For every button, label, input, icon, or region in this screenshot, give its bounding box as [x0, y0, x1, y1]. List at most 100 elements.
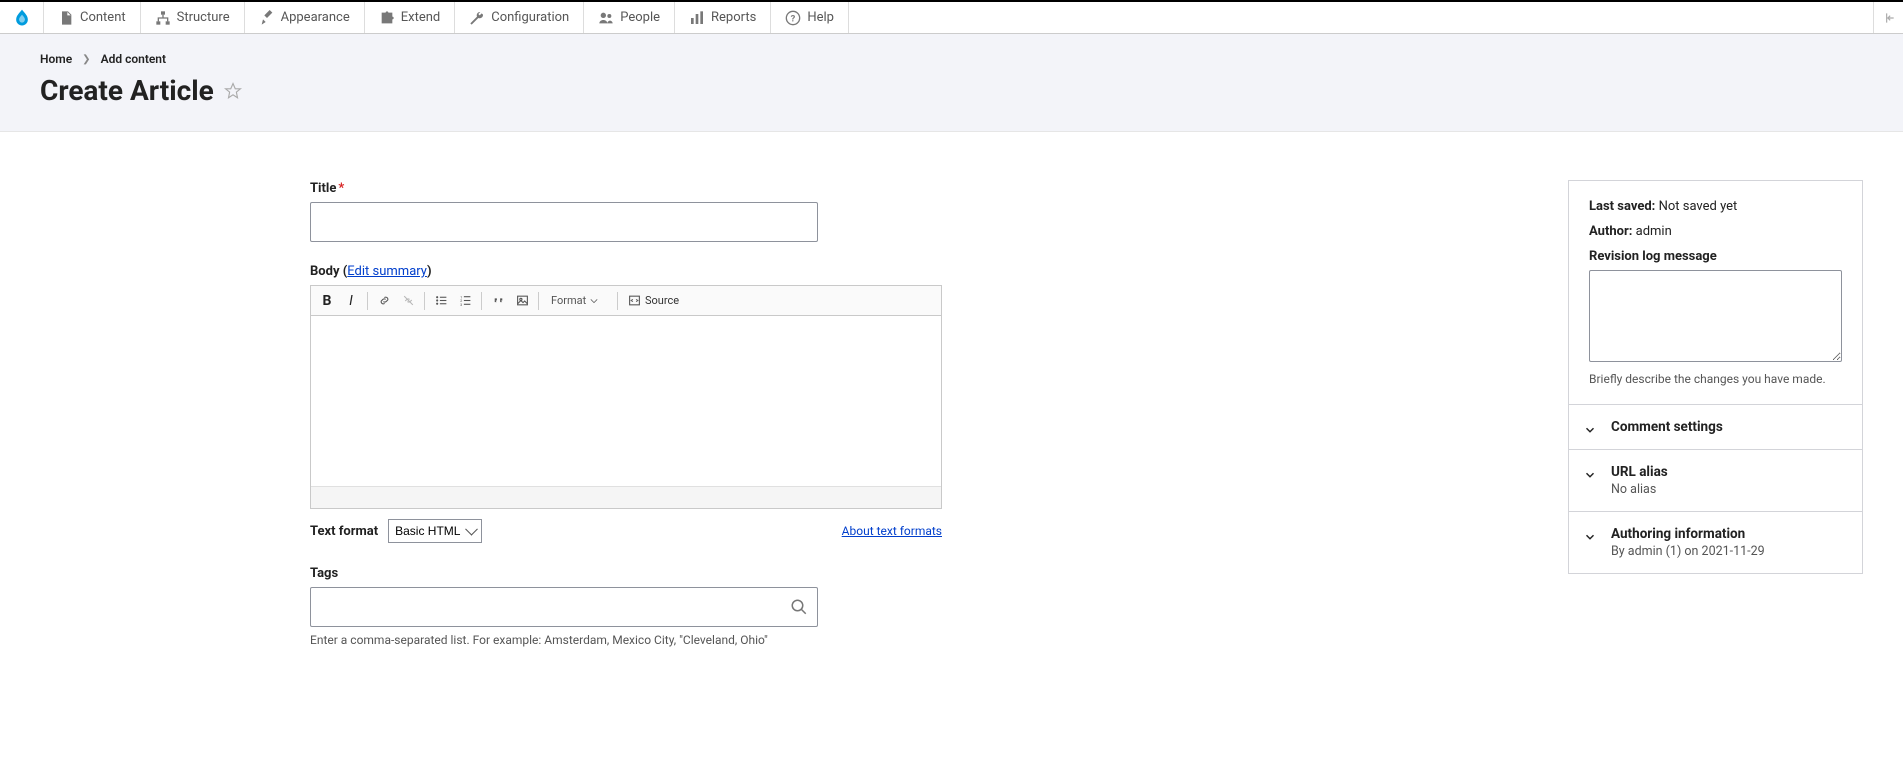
- text-format-select[interactable]: Basic HTML: [388, 519, 482, 543]
- unlink-button[interactable]: [396, 289, 420, 313]
- format-dropdown[interactable]: Format: [543, 294, 613, 307]
- last-saved-label: Last saved:: [1589, 199, 1655, 214]
- accordion-title: URL alias: [1611, 464, 1842, 480]
- rich-text-editor: B I 123 Format: [310, 285, 942, 509]
- caret-down-icon: [590, 297, 598, 305]
- quote-icon: [492, 294, 505, 307]
- separator: [538, 292, 539, 310]
- editor-toolbar: B I 123 Format: [311, 286, 941, 316]
- toolbar-label: Extend: [401, 10, 441, 25]
- source-button[interactable]: Source: [622, 294, 685, 307]
- author-value: admin: [1636, 224, 1672, 239]
- puzzle-icon: [379, 10, 395, 26]
- paintbrush-icon: [259, 10, 275, 26]
- accordion-title: Comment settings: [1611, 419, 1842, 435]
- page-title: Create Article: [40, 74, 1863, 107]
- revision-log-textarea[interactable]: [1589, 270, 1842, 362]
- accordion-comment-settings[interactable]: Comment settings: [1569, 405, 1862, 450]
- svg-text:3: 3: [460, 302, 462, 307]
- toolbar-reports[interactable]: Reports: [675, 2, 771, 33]
- title-field-wrapper: Title*: [310, 180, 1250, 242]
- tags-field-wrapper: Tags Enter a comma-separated list. For e…: [310, 565, 1250, 647]
- svg-text:?: ?: [791, 13, 796, 24]
- revision-help-text: Briefly describe the changes you have ma…: [1589, 372, 1842, 386]
- separator: [481, 292, 482, 310]
- format-dropdown-label: Format: [551, 294, 586, 307]
- breadcrumb-add-content[interactable]: Add content: [101, 52, 166, 66]
- author: Author: admin: [1589, 224, 1842, 239]
- numbered-list-button[interactable]: 123: [453, 289, 477, 313]
- toolbar-label: Reports: [711, 10, 756, 25]
- italic-button[interactable]: I: [339, 289, 363, 313]
- breadcrumb: Home ❯ Add content: [40, 52, 1863, 66]
- toolbar-label: Content: [80, 10, 126, 25]
- breadcrumb-home[interactable]: Home: [40, 52, 72, 66]
- accordion-subtitle: No alias: [1611, 482, 1842, 497]
- bold-button[interactable]: B: [315, 289, 339, 313]
- author-label: Author:: [1589, 224, 1632, 239]
- admin-toolbar: Content Structure Appearance Extend Conf…: [0, 0, 1903, 34]
- collapse-icon: [1882, 11, 1896, 25]
- hierarchy-icon: [155, 10, 171, 26]
- image-icon: [516, 294, 529, 307]
- main-column: Title* Body (Edit summary) B I 123: [310, 180, 1250, 669]
- revision-log-label: Revision log message: [1589, 249, 1842, 264]
- text-format-row: Text format Basic HTML About text format…: [310, 519, 942, 543]
- bullet-list-button[interactable]: [429, 289, 453, 313]
- unlink-icon: [402, 294, 415, 307]
- blockquote-button[interactable]: [486, 289, 510, 313]
- help-icon: ?: [785, 10, 801, 26]
- chevron-down-icon: [1583, 530, 1597, 544]
- editor-footer: [311, 486, 941, 508]
- text-format-label: Text format: [310, 524, 378, 539]
- source-button-label: Source: [645, 294, 679, 307]
- accordion-title: Authoring information: [1611, 526, 1842, 542]
- bullet-list-icon: [435, 294, 448, 307]
- toolbar-collapse-button[interactable]: [1873, 2, 1903, 33]
- toolbar-configuration[interactable]: Configuration: [455, 2, 584, 33]
- editor-body[interactable]: [311, 316, 941, 486]
- separator: [424, 292, 425, 310]
- wrench-icon: [469, 10, 485, 26]
- separator: [367, 292, 368, 310]
- toolbar-structure[interactable]: Structure: [141, 2, 245, 33]
- page-title-text: Create Article: [40, 74, 214, 107]
- edit-summary-link[interactable]: Edit summary: [347, 264, 427, 279]
- search-icon: [790, 598, 808, 616]
- accordion-subtitle: By admin (1) on 2021-11-29: [1611, 544, 1842, 559]
- tags-input[interactable]: [310, 587, 818, 627]
- toolbar-extend[interactable]: Extend: [365, 2, 456, 33]
- title-input[interactable]: [310, 202, 818, 242]
- page-header: Home ❯ Add content Create Article: [0, 34, 1903, 132]
- separator: [617, 292, 618, 310]
- meta-accordion: Comment settings URL alias No alias Auth…: [1569, 404, 1862, 573]
- last-saved: Last saved: Not saved yet: [1589, 199, 1842, 214]
- toolbar-content[interactable]: Content: [44, 2, 141, 33]
- numbered-list-icon: 123: [459, 294, 472, 307]
- star-icon[interactable]: [224, 82, 242, 100]
- body-field-wrapper: Body (Edit summary) B I 123: [310, 264, 1250, 543]
- link-icon: [378, 294, 391, 307]
- toolbar-spacer: [849, 2, 1873, 33]
- required-mark: *: [338, 181, 344, 196]
- image-button[interactable]: [510, 289, 534, 313]
- toolbar-label: Structure: [177, 10, 230, 25]
- tags-help-text: Enter a comma-separated list. For exampl…: [310, 633, 1250, 647]
- bar-chart-icon: [689, 10, 705, 26]
- meta-box: Last saved: Not saved yet Author: admin …: [1568, 180, 1863, 574]
- about-text-formats-link[interactable]: About text formats: [842, 524, 942, 538]
- file-icon: [58, 10, 74, 26]
- content-layout: Title* Body (Edit summary) B I 123: [0, 132, 1903, 717]
- drupal-logo[interactable]: [0, 2, 44, 33]
- toolbar-appearance[interactable]: Appearance: [245, 2, 365, 33]
- sidebar-meta: Last saved: Not saved yet Author: admin …: [1568, 180, 1863, 574]
- toolbar-label: Help: [807, 10, 834, 25]
- toolbar-people[interactable]: People: [584, 2, 675, 33]
- last-saved-value: Not saved yet: [1659, 199, 1738, 214]
- accordion-authoring-info[interactable]: Authoring information By admin (1) on 20…: [1569, 512, 1862, 573]
- accordion-url-alias[interactable]: URL alias No alias: [1569, 450, 1862, 512]
- link-button[interactable]: [372, 289, 396, 313]
- toolbar-help[interactable]: ? Help: [771, 2, 849, 33]
- body-label-text: Body: [310, 264, 340, 279]
- chevron-down-icon: [1583, 423, 1597, 437]
